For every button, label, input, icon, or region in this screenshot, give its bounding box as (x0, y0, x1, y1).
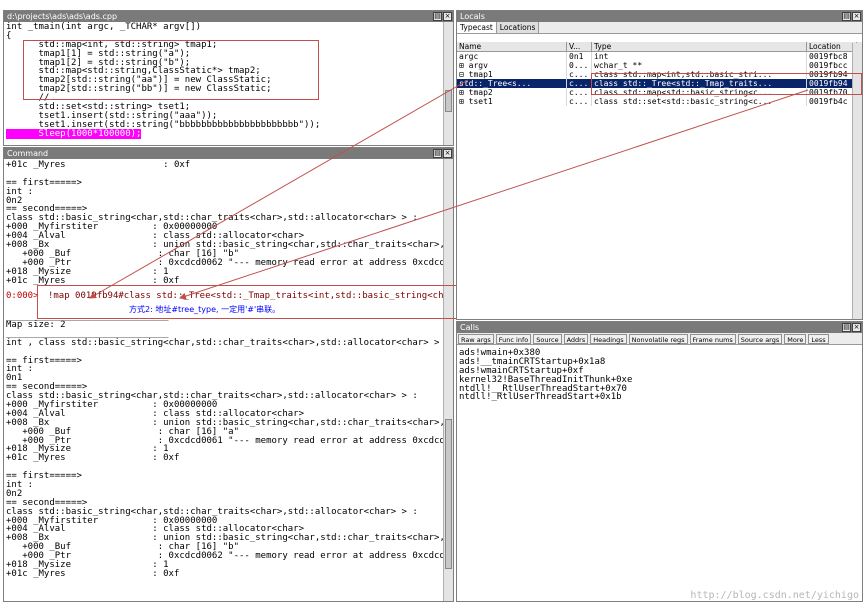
locals-cell-location: 0019fb4c (807, 97, 857, 106)
locals-cell-name: ⊞ tmap2 (457, 88, 567, 97)
calls-option-button[interactable]: Headings (590, 334, 627, 344)
watermark: http://blog.csdn.net/yichigo (690, 590, 859, 601)
source-scroll-thumb[interactable] (445, 90, 452, 112)
source-window-title: d:\projects\ads\ads\ads.cpp ▤ × (4, 11, 453, 22)
source-scrollbar[interactable] (443, 22, 453, 145)
command-window: Command ▤ × +01c _Myres : 0xf == first===… (3, 147, 454, 602)
calls-option-button[interactable]: Source (533, 334, 562, 344)
locals-cell-type: wchar_t ** (592, 61, 807, 70)
col-value[interactable]: V... (567, 42, 592, 51)
calls-option-button[interactable]: Frame nums (689, 334, 736, 344)
locals-cell-value: 0n1 (567, 52, 592, 61)
locals-cell-location: 0019fbcc (807, 61, 857, 70)
output-line: int : (6, 480, 34, 491)
command-output-bottom: Map size: 2 _____________________________… (4, 321, 453, 579)
locals-cell-type: int (592, 52, 807, 61)
locals-cell-name: argc (457, 52, 567, 61)
call-frame[interactable]: ntdll!_RtlUserThreadStart+0x1b (459, 393, 862, 402)
calls-option-button[interactable]: Nonvolatile regs (628, 334, 688, 344)
calls-window-title: Calls ▤ × (457, 322, 862, 333)
source-window-title-text: d:\projects\ads\ads\ads.cpp (7, 12, 118, 21)
output-line: +01c _Myres : 0xf (6, 160, 191, 170)
locals-cell-value: c... (567, 70, 592, 79)
tab-typecast[interactable]: Typecast (457, 22, 497, 33)
locals-window: Locals ▤ × Typecast Locations Name V... … (456, 10, 863, 320)
close-icon[interactable]: × (443, 12, 452, 21)
calls-option-button[interactable]: More (784, 334, 807, 344)
output-line: == first=====> (6, 177, 82, 188)
tab-locations[interactable]: Locations (496, 22, 540, 33)
annotation-box-source (23, 40, 319, 100)
close-icon[interactable]: × (443, 149, 452, 158)
locals-cell-value: c... (567, 79, 592, 88)
locals-row[interactable]: ⊞ argv 0... wchar_t ** 0019fbcc (457, 61, 862, 70)
locals-cell-name: ⊟ tmap1 (457, 70, 567, 79)
command-output-top: +01c _Myres : 0xf == first=====> int :0n2 =… (4, 159, 453, 285)
call-stack-list[interactable]: ads!wmain+0x380 ads!__tmainCRTStartup+0x1… (457, 349, 862, 402)
current-line-highlight: Sleep(1000*100000); (6, 128, 142, 139)
calls-window-title-text: Calls (460, 323, 480, 332)
locals-window-title-text: Locals (460, 12, 485, 21)
annotation-box-locals (591, 73, 862, 95)
calls-option-button[interactable]: Source args (737, 334, 783, 344)
output-line: +01c _Myres : 0xf (6, 568, 180, 579)
locals-tabs: Typecast Locations (457, 22, 862, 34)
locals-cell-location: 0019fbc8 (807, 52, 857, 61)
command-scroll-thumb[interactable] (445, 419, 452, 569)
window-menu-icon[interactable]: ▤ (842, 12, 851, 21)
output-line: == first=====> (6, 355, 82, 366)
output-line: int , class std::basic_string<char,std::… (6, 337, 440, 348)
output-line: int : (6, 186, 34, 197)
source-line[interactable]: int _tmain(int argc, _TCHAR* argv[]) (6, 23, 453, 32)
window-menu-icon[interactable]: ▤ (433, 149, 442, 158)
locals-cell-value: 0... (567, 61, 592, 70)
locals-cell-type: class std::set<std::basic_string<c... (592, 97, 807, 106)
calls-option-button[interactable]: Func info (495, 334, 532, 344)
command-window-title-text: Command (7, 149, 49, 158)
source-line[interactable]: Sleep(1000*100000); (6, 128, 453, 139)
calls-option-button[interactable]: Addrs (563, 334, 589, 344)
command-scrollbar[interactable] (443, 159, 453, 601)
close-icon[interactable]: × (852, 323, 861, 332)
locals-cell-name: ⊞ argv (457, 61, 567, 70)
window-menu-icon[interactable]: ▤ (842, 323, 851, 332)
locals-cell-value: c... (567, 88, 592, 97)
window-menu-icon[interactable]: ▤ (433, 12, 442, 21)
col-name[interactable]: Name (457, 42, 567, 51)
locals-cell-name: std::_Tree<s... (457, 79, 567, 88)
col-location[interactable]: Location (807, 42, 857, 51)
output-line: +01c _Myres : 0xf (6, 453, 180, 464)
col-type[interactable]: Type (592, 42, 807, 51)
locals-header: Name V... Type Location (457, 42, 862, 52)
output-line: int : (6, 364, 34, 375)
calls-window: Calls ▤ × Raw args Func info Source Addrs He… (456, 321, 863, 602)
locals-cell-value: c... (567, 97, 592, 106)
command-window-title: Command ▤ × (4, 148, 453, 159)
output-line: == first=====> (6, 471, 82, 482)
command-prompt: 0:000> (6, 291, 39, 301)
close-icon[interactable]: × (852, 12, 861, 21)
locals-row[interactable]: ⊞ tset1 c... class std::set<std::basic_str… (457, 97, 862, 106)
calls-toolbar: Raw args Func info Source Addrs Headings Nonv… (457, 333, 862, 345)
locals-window-title: Locals ▤ × (457, 11, 862, 22)
locals-cell-name: ⊞ tset1 (457, 97, 567, 106)
locals-row[interactable]: argc 0n1 int 0019fbc8 (457, 52, 862, 61)
calls-option-button[interactable]: Raw args (458, 334, 494, 344)
annotation-box-command (37, 285, 457, 319)
calls-option-button[interactable]: Less (808, 334, 829, 344)
